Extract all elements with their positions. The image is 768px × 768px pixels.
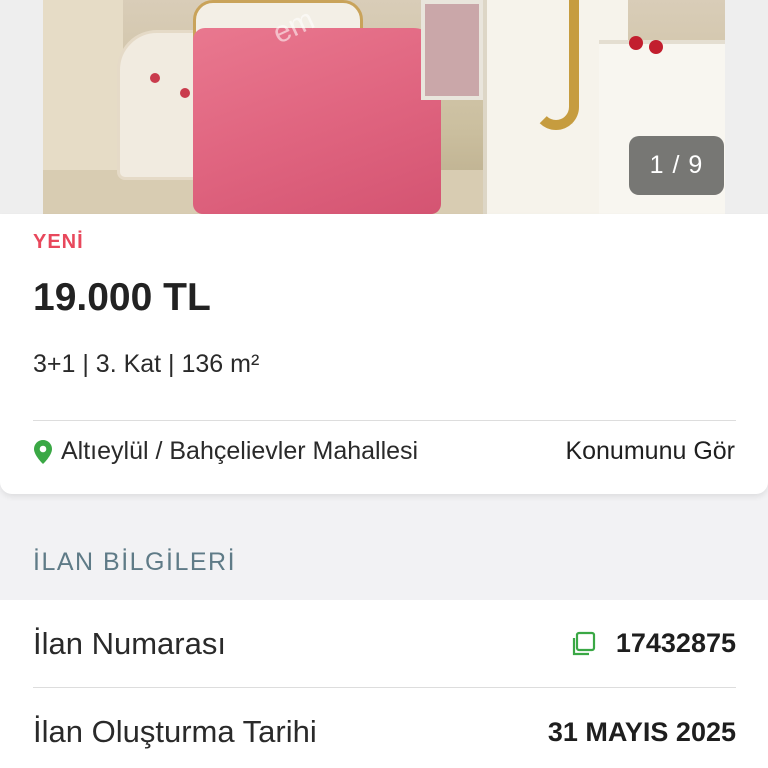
info-row-listing-number: İlan Numarası 17432875 bbox=[33, 600, 736, 688]
listing-info-list: İlan Numarası 17432875 İlan Oluşturma Ta… bbox=[0, 600, 768, 768]
photo-rose bbox=[649, 40, 663, 54]
new-badge: YENİ bbox=[33, 231, 84, 253]
photo-crib-heart bbox=[150, 73, 160, 83]
photo-crib-heart bbox=[180, 88, 190, 98]
info-row-created-date: İlan Oluşturma Tarihi 31 MAYIS 2025 bbox=[33, 688, 736, 768]
copy-icon[interactable] bbox=[570, 631, 596, 657]
photo-gold-swirl bbox=[533, 0, 579, 130]
section-title-listing-info: İLAN BİLGİLERİ bbox=[33, 548, 237, 576]
listing-number: 17432875 bbox=[615, 628, 736, 658]
view-location-link[interactable]: Konumunu Gör bbox=[565, 437, 735, 466]
photo-counter: 1 / 9 bbox=[629, 136, 724, 195]
listing-location: Altıeylül / Bahçelievler Mahallesi bbox=[61, 437, 419, 465]
card-divider bbox=[33, 420, 736, 421]
photo-bed bbox=[193, 28, 441, 214]
info-value: 17432875 bbox=[570, 628, 736, 659]
listing-specs: 3+1 | 3. Kat | 136 m² bbox=[33, 350, 260, 378]
listing-summary-card: YENİ 19.000 TL 3+1 | 3. Kat | 136 m² Alt… bbox=[0, 214, 768, 494]
info-label: İlan Numarası bbox=[33, 625, 226, 661]
listing-price: 19.000 TL bbox=[33, 276, 211, 319]
location-pin-icon bbox=[34, 440, 52, 464]
photo-gallery[interactable]: em 1 / 9 bbox=[0, 0, 768, 214]
info-value: 31 MAYIS 2025 bbox=[547, 716, 736, 747]
photo-mirror bbox=[421, 0, 483, 100]
photo-rose bbox=[629, 36, 643, 50]
info-label: İlan Oluşturma Tarihi bbox=[33, 714, 317, 749]
listing-photo[interactable]: em bbox=[43, 0, 725, 214]
